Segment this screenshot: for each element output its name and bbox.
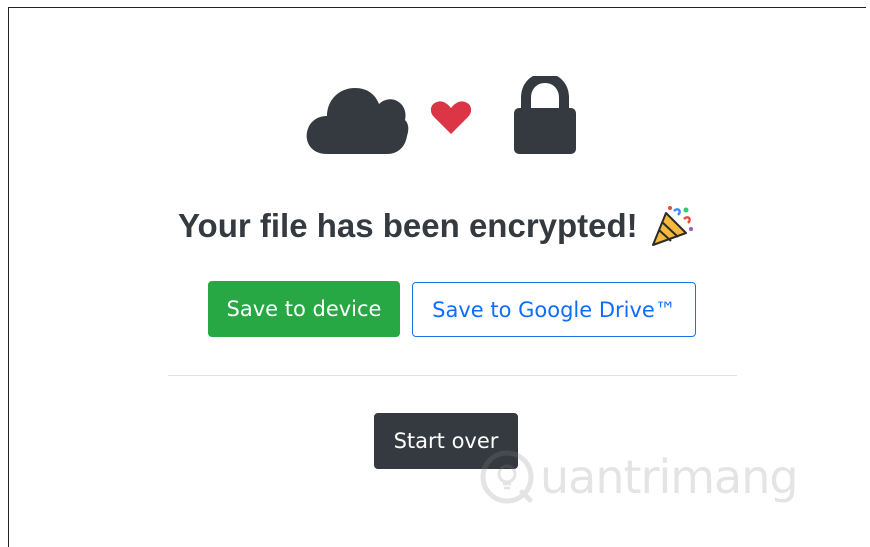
save-to-device-button[interactable]: Save to device <box>208 281 400 337</box>
watermark-text: uantrimang <box>540 450 799 504</box>
save-to-google-drive-button[interactable]: Save to Google Drive™ <box>412 282 696 337</box>
divider <box>168 375 737 376</box>
watermark-logo-icon <box>480 450 534 504</box>
frame-border-top <box>8 7 866 8</box>
cloud-icon <box>306 88 409 154</box>
success-heading: Your file has been encrypted! <box>178 202 694 250</box>
party-popper-icon <box>651 206 693 246</box>
page: Your file has been encrypted! Save to de… <box>0 0 870 547</box>
heart-icon <box>430 101 472 134</box>
page-title: Your file has been encrypted! <box>178 207 638 244</box>
lock-icon <box>514 76 576 154</box>
watermark: uantrimang <box>480 450 799 504</box>
status-icons <box>0 70 870 160</box>
